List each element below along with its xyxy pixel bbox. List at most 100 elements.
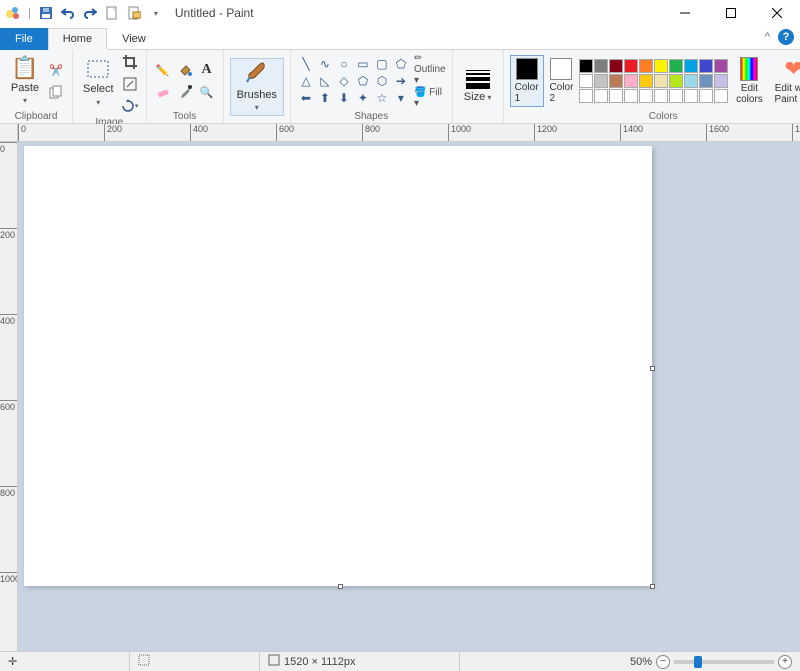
shape-triangle[interactable]: △ [297,73,315,89]
select-button[interactable]: Select [79,55,118,113]
color1-swatch [516,58,538,80]
swatch-custom[interactable] [579,89,593,103]
tab-home[interactable]: Home [48,28,107,50]
redo-icon[interactable] [81,4,99,22]
rotate-icon[interactable]: ▾ [120,96,140,116]
swatch-custom[interactable] [654,89,668,103]
picker-icon[interactable] [175,82,195,102]
collapse-ribbon-icon[interactable]: ^ [765,31,770,43]
swatch[interactable] [714,59,728,73]
swatch-custom[interactable] [714,89,728,103]
shape-star4[interactable]: ✦ [354,90,372,106]
swatch[interactable] [624,74,638,88]
swatch[interactable] [579,74,593,88]
resize-handle-s[interactable] [338,584,343,589]
swatch[interactable] [684,74,698,88]
ruler-mark: 800 [0,486,18,498]
tab-file[interactable]: File [0,28,48,50]
shape-fill-button[interactable]: 🪣 Fill ▾ [414,87,446,109]
qat-dropdown-icon[interactable]: ▾ [147,4,165,22]
shape-oval[interactable]: ○ [335,56,353,72]
shape-roundrect[interactable]: ▢ [373,56,391,72]
qat-separator: | [26,7,33,19]
swatch[interactable] [639,74,653,88]
group-colors: Color 1 Color 2 Edit colors ❤ Edit with … [504,50,800,123]
swatch-custom[interactable] [624,89,638,103]
swatch[interactable] [654,74,668,88]
shape-arrow-r[interactable]: ➔ [392,73,410,89]
swatch[interactable] [594,59,608,73]
maximize-button[interactable] [708,0,754,26]
swatch[interactable] [594,74,608,88]
help-icon[interactable]: ? [778,29,794,45]
group-size: Size [453,50,504,123]
tab-view[interactable]: View [107,28,161,50]
swatch[interactable] [609,59,623,73]
pencil-icon[interactable]: ✏️ [153,60,173,80]
magnifier-icon[interactable]: 🔍 [197,82,217,102]
shape-curve[interactable]: ∿ [316,56,334,72]
swatch-custom[interactable] [639,89,653,103]
eraser-icon[interactable] [153,82,173,102]
title-bar: | ▾ Untitled - Paint [0,0,800,26]
fill-icon[interactable] [175,60,195,80]
size-button[interactable]: Size [459,58,497,116]
swatch[interactable] [714,74,728,88]
shape-polygon[interactable]: ⬠ [392,56,410,72]
copy-icon[interactable] [46,82,66,102]
shape-star5[interactable]: ☆ [373,90,391,106]
shape-right-tri[interactable]: ◺ [316,73,334,89]
swatch[interactable] [609,74,623,88]
swatch[interactable] [669,59,683,73]
shape-outline-button[interactable]: ✏ Outline ▾ [414,53,446,86]
swatch[interactable] [639,59,653,73]
cut-icon[interactable]: ✂️ [46,60,66,80]
swatch-custom[interactable] [699,89,713,103]
undo-icon[interactable] [59,4,77,22]
crop-icon[interactable] [120,52,140,72]
edit-colors-button[interactable]: Edit colors [730,52,768,110]
ruler-vertical: 020040060080010001200 [0,142,18,651]
color1-button[interactable]: Color 1 [510,55,544,107]
zoom-out-button[interactable]: − [656,655,670,669]
minimize-button[interactable] [662,0,708,26]
shapes-gallery[interactable]: ╲ ∿ ○ ▭ ▢ ⬠ △ ◺ ◇ ⬠ ⬡ ➔ ⬅ ⬆ ⬇ ✦ ☆ ▾ [297,56,410,106]
swatch[interactable] [699,59,713,73]
swatch[interactable] [579,59,593,73]
swatch-custom[interactable] [609,89,623,103]
brushes-button[interactable]: Brushes [230,58,284,116]
shape-rect[interactable]: ▭ [354,56,372,72]
zoom-slider[interactable] [674,660,774,664]
swatch[interactable] [654,59,668,73]
workspace: 020040060080010001200140016001800 020040… [0,124,800,651]
color2-button[interactable]: Color 2 [546,56,578,106]
new-icon[interactable] [103,4,121,22]
text-icon[interactable]: A [197,60,217,80]
color2-label: Color 2 [550,82,574,104]
swatch[interactable] [624,59,638,73]
shape-diamond[interactable]: ◇ [335,73,353,89]
shape-arrow-d[interactable]: ⬇ [335,90,353,106]
swatch[interactable] [699,74,713,88]
shape-line[interactable]: ╲ [297,56,315,72]
resize-handle-e[interactable] [650,366,655,371]
swatch-custom[interactable] [684,89,698,103]
shape-hexagon[interactable]: ⬡ [373,73,391,89]
paste-button[interactable]: 📋 Paste [6,52,44,110]
resize-handle-se[interactable] [650,584,655,589]
open-icon[interactable] [125,4,143,22]
swatch[interactable] [669,74,683,88]
swatch-custom[interactable] [669,89,683,103]
paint-3d-button[interactable]: ❤ Edit with Paint 3D [770,52,800,110]
shapes-more-icon[interactable]: ▾ [392,90,410,106]
shape-arrow-l[interactable]: ⬅ [297,90,315,106]
shape-arrow-u[interactable]: ⬆ [316,90,334,106]
save-icon[interactable] [37,4,55,22]
shape-pentagon[interactable]: ⬠ [354,73,372,89]
swatch-custom[interactable] [594,89,608,103]
canvas[interactable] [24,146,652,586]
resize-icon[interactable] [120,74,140,94]
swatch[interactable] [684,59,698,73]
close-button[interactable] [754,0,800,26]
zoom-in-button[interactable]: + [778,655,792,669]
